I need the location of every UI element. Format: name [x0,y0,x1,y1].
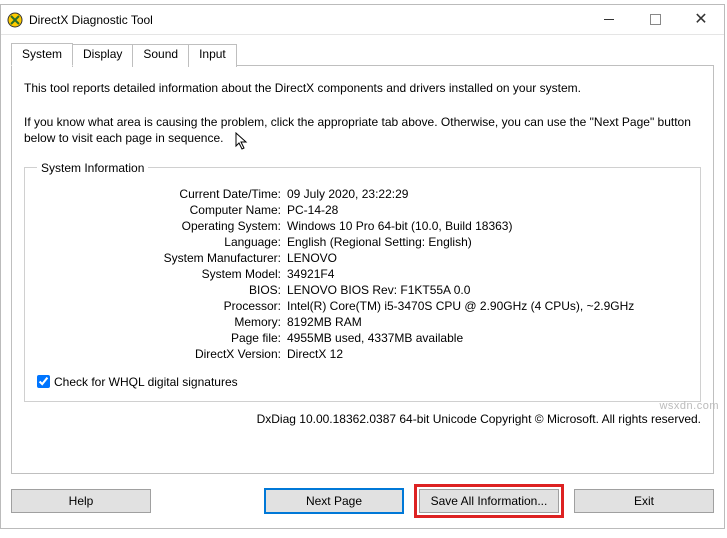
value-os: Windows 10 Pro 64-bit (10.0, Build 18363… [287,219,688,233]
value-language: English (Regional Setting: English) [287,235,688,249]
client-area: System Display Sound Input This tool rep… [1,35,724,528]
window-title: DirectX Diagnostic Tool [29,13,153,27]
row-computer: Computer Name: PC-14-28 [37,203,688,217]
titlebar[interactable]: DirectX Diagnostic Tool ✕ [1,5,724,35]
value-memory: 8192MB RAM [287,315,688,329]
value-processor: Intel(R) Core(TM) i5-3470S CPU @ 2.90GHz… [287,299,688,313]
label-date: Current Date/Time: [37,187,287,201]
button-row: Help Next Page Save All Information... E… [11,484,714,518]
value-bios: LENOVO BIOS Rev: F1KT55A 0.0 [287,283,688,297]
tab-bar: System Display Sound Input [11,42,714,65]
minimize-button[interactable] [586,5,632,35]
close-button[interactable]: ✕ [678,5,724,35]
system-information-group: System Information Current Date/Time: 09… [24,161,701,402]
value-manufacturer: LENOVO [287,251,688,265]
row-directx: DirectX Version: DirectX 12 [37,347,688,361]
window: DirectX Diagnostic Tool ✕ System Display… [0,4,725,529]
label-model: System Model: [37,267,287,281]
intro-text-1: This tool reports detailed information a… [24,80,701,96]
row-pagefile: Page file: 4955MB used, 4337MB available [37,331,688,345]
label-manufacturer: System Manufacturer: [37,251,287,265]
help-button[interactable]: Help [11,489,151,513]
value-computer: PC-14-28 [287,203,688,217]
row-os: Operating System: Windows 10 Pro 64-bit … [37,219,688,233]
label-bios: BIOS: [37,283,287,297]
tab-panel-system: This tool reports detailed information a… [11,65,714,474]
label-pagefile: Page file: [37,331,287,345]
value-pagefile: 4955MB used, 4337MB available [287,331,688,345]
footer-text: DxDiag 10.00.18362.0387 64-bit Unicode C… [24,412,701,426]
label-os: Operating System: [37,219,287,233]
directx-icon [7,12,23,28]
row-processor: Processor: Intel(R) Core(TM) i5-3470S CP… [37,299,688,313]
row-memory: Memory: 8192MB RAM [37,315,688,329]
label-directx: DirectX Version: [37,347,287,361]
intro-text-2: If you know what area is causing the pro… [24,114,701,146]
label-processor: Processor: [37,299,287,313]
next-page-button[interactable]: Next Page [264,488,404,514]
row-model: System Model: 34921F4 [37,267,688,281]
row-bios: BIOS: LENOVO BIOS Rev: F1KT55A 0.0 [37,283,688,297]
value-directx: DirectX 12 [287,347,688,361]
system-information-legend: System Information [37,161,148,175]
tab-input[interactable]: Input [188,44,237,67]
maximize-button[interactable] [632,5,678,35]
whql-checkbox[interactable] [37,375,50,388]
tab-sound[interactable]: Sound [132,44,189,67]
tab-system[interactable]: System [11,43,73,66]
label-computer: Computer Name: [37,203,287,217]
whql-label: Check for WHQL digital signatures [54,375,238,389]
tab-display[interactable]: Display [72,44,133,67]
label-language: Language: [37,235,287,249]
row-date: Current Date/Time: 09 July 2020, 23:22:2… [37,187,688,201]
row-language: Language: English (Regional Setting: Eng… [37,235,688,249]
whql-checkbox-row[interactable]: Check for WHQL digital signatures [37,375,688,389]
save-all-information-button[interactable]: Save All Information... [419,489,559,513]
highlight-annotation: Save All Information... [414,484,564,518]
label-memory: Memory: [37,315,287,329]
value-date: 09 July 2020, 23:22:29 [287,187,688,201]
exit-button[interactable]: Exit [574,489,714,513]
row-manufacturer: System Manufacturer: LENOVO [37,251,688,265]
value-model: 34921F4 [287,267,688,281]
